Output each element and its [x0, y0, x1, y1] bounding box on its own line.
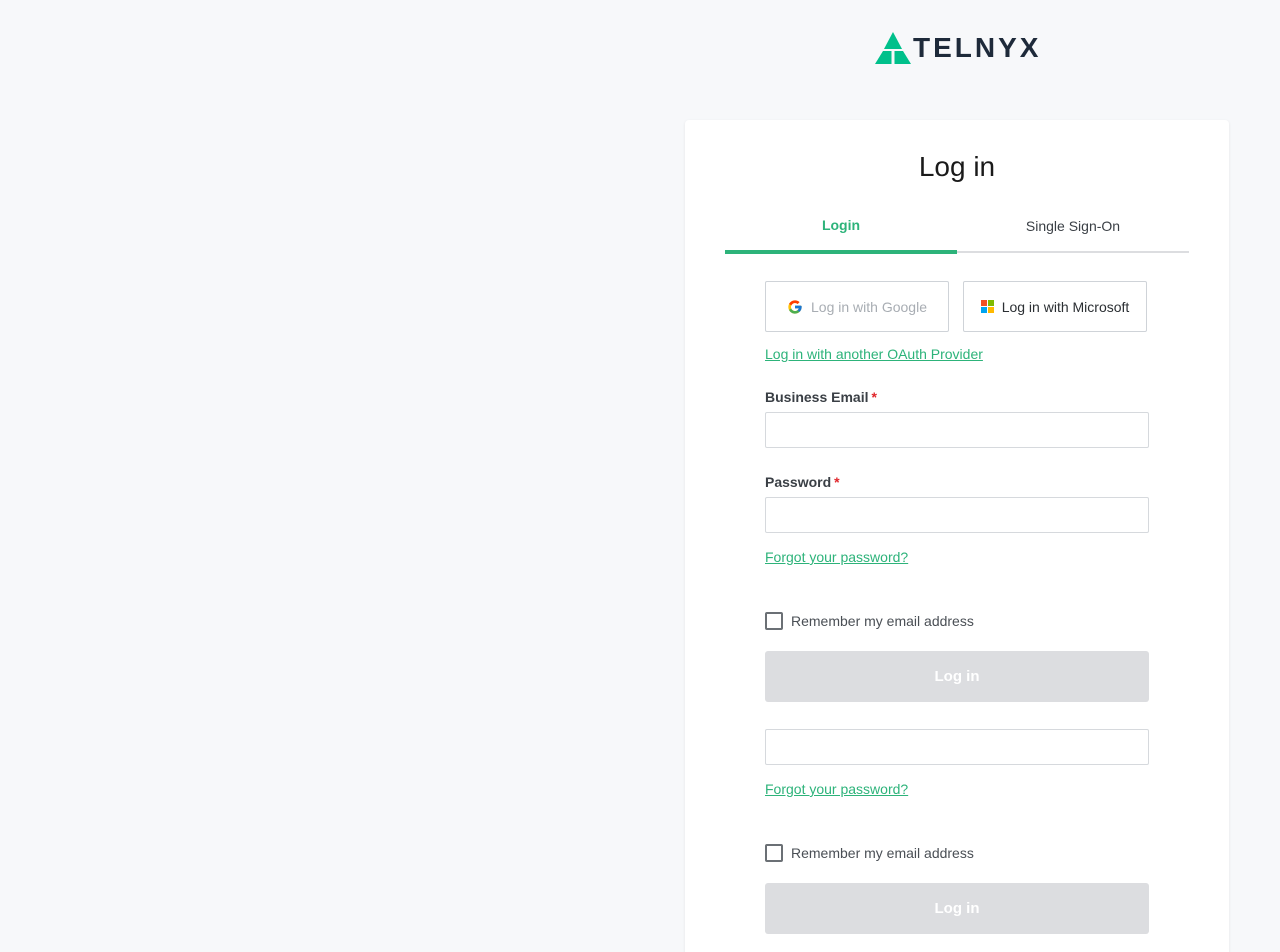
microsoft-logo-icon — [980, 300, 994, 313]
remember-email-label: Remember my email address — [791, 613, 974, 629]
password-label: Password * — [765, 474, 840, 490]
telnyx-logo: TELNYX — [875, 32, 1041, 64]
brand-name: TELNYX — [913, 32, 1042, 63]
microsoft-login-button[interactable]: Log in with Microsoft — [963, 281, 1147, 332]
forgot-password-link-secondary[interactable]: Forgot your password? — [765, 780, 908, 798]
remember-email-option[interactable]: Remember my email address — [765, 612, 974, 630]
login-submit-button-secondary[interactable]: Log in — [765, 883, 1149, 934]
remember-email-option-secondary[interactable]: Remember my email address — [765, 844, 974, 862]
required-marker: * — [834, 474, 840, 490]
login-card: Log in Login Single Sign-On Log in with … — [685, 120, 1229, 952]
google-g-icon — [787, 299, 803, 315]
remember-email-checkbox[interactable] — [765, 612, 783, 630]
business-email-input[interactable] — [765, 412, 1149, 448]
oauth-buttons: Log in with Google Log in with Microsoft — [765, 281, 1147, 332]
telnyx-triangle-logo-icon — [875, 32, 911, 64]
microsoft-login-label: Log in with Microsoft — [1001, 298, 1130, 315]
required-marker: * — [871, 389, 877, 405]
password-input[interactable] — [765, 497, 1149, 533]
remember-email-label-secondary: Remember my email address — [791, 845, 974, 861]
tab-login[interactable]: Login — [725, 210, 957, 254]
secondary-input[interactable] — [765, 729, 1149, 765]
google-login-label: Log in with Google — [811, 298, 927, 315]
remember-email-checkbox-secondary[interactable] — [765, 844, 783, 862]
google-login-button[interactable]: Log in with Google — [765, 281, 949, 332]
login-page: TELNYX Log in Login Single Sign-On Log i… — [0, 0, 1280, 952]
forgot-password-link[interactable]: Forgot your password? — [765, 548, 908, 566]
login-submit-button[interactable]: Log in — [765, 651, 1149, 702]
page-title: Log in — [918, 151, 996, 182]
other-oauth-provider-link[interactable]: Log in with another OAuth Provider — [765, 345, 983, 363]
business-email-label: Business Email * — [765, 389, 877, 405]
tab-single-sign-on[interactable]: Single Sign-On — [957, 210, 1189, 251]
login-tabs: Login Single Sign-On — [725, 210, 1189, 254]
